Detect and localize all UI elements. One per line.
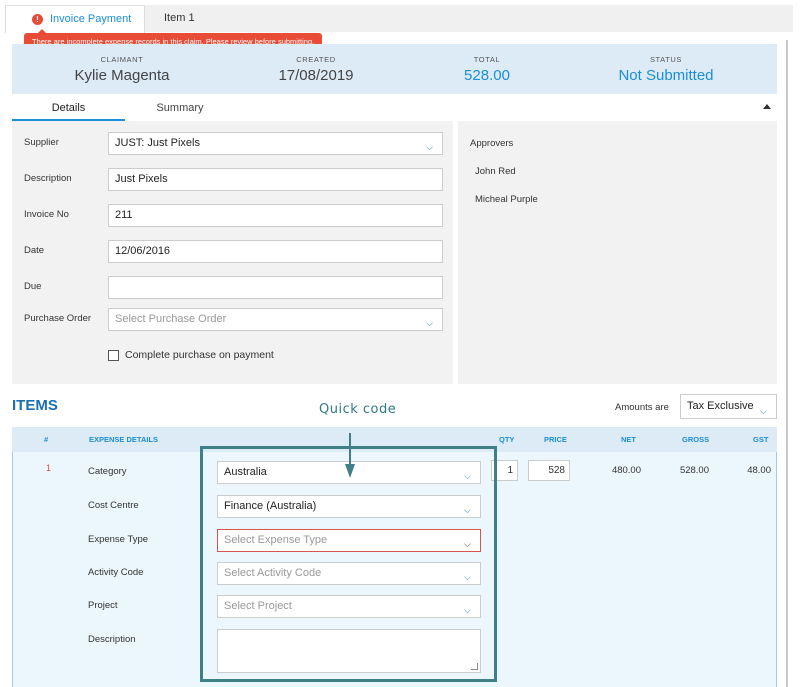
details-panel: Supplier JUST: Just Pixels ⌵ Description… (12, 121, 453, 384)
col-num: # (44, 435, 49, 444)
annotation-arrow-shaft (349, 433, 351, 466)
supplier-label: Supplier (24, 137, 59, 148)
tab-invoice-payment-label: Invoice Payment (50, 13, 132, 25)
purchase-order-placeholder: Select Purchase Order (115, 313, 227, 325)
scrollbar-track[interactable] (786, 40, 788, 687)
supplier-value: JUST: Just Pixels (115, 137, 200, 149)
claim-summary-header: CLAIMANT Kylie Magenta CREATED 17/08/201… (12, 44, 777, 94)
alert-icon: ! (32, 14, 43, 25)
items-title: ITEMS (12, 397, 58, 414)
status-value: Not Submitted (618, 67, 714, 84)
col-net: NET (621, 435, 636, 444)
item-description-label: Description (88, 634, 136, 645)
price-field[interactable]: 528 (528, 460, 570, 481)
created-label: CREATED (296, 55, 336, 64)
claimant-label: CLAIMANT (100, 55, 144, 64)
status-block: STATUS Not Submitted (601, 44, 731, 84)
chevron-down-icon: ⌵ (426, 142, 433, 152)
purchase-order-label: Purchase Order (24, 313, 92, 324)
approver-name: John Red (475, 166, 516, 177)
col-gross: GROSS (682, 435, 710, 444)
tab-details[interactable]: Details (12, 97, 125, 121)
project-label: Project (88, 600, 118, 611)
tab-summary[interactable]: Summary (125, 97, 235, 121)
created-block: CREATED 17/08/2019 (256, 44, 376, 84)
amounts-are-label: Amounts are (615, 402, 669, 413)
item-row-number: 1 (46, 463, 52, 473)
status-label: STATUS (649, 55, 683, 64)
approver-name: Micheal Purple (475, 194, 538, 205)
detail-subtabs: Details Summary (12, 97, 777, 121)
tab-bar: ! Invoice Payment Item 1 (5, 5, 793, 33)
col-price: PRICE (544, 435, 567, 444)
chevron-down-icon: ⌵ (760, 406, 767, 416)
gst-value: 48.00 (747, 465, 771, 476)
invoice-no-field[interactable]: 211 (108, 204, 443, 227)
total-block: TOTAL 528.00 (447, 44, 527, 84)
chevron-down-icon: ⌵ (426, 318, 433, 328)
cost-centre-label: Cost Centre (88, 500, 139, 511)
due-label: Due (24, 281, 42, 292)
created-value: 17/08/2019 (278, 67, 354, 84)
approvers-title: Approvers (470, 138, 514, 149)
tax-mode-select[interactable]: Tax Exclusive ⌵ (680, 394, 777, 419)
tab-invoice-payment[interactable]: ! Invoice Payment (5, 5, 145, 33)
expense-type-label: Expense Type (88, 534, 149, 545)
col-qty: QTY (499, 435, 515, 444)
date-label: Date (24, 245, 45, 256)
col-expense-details: EXPENSE DETAILS (89, 435, 159, 444)
col-gst: GST (753, 435, 769, 444)
description-field[interactable]: Just Pixels (108, 168, 443, 191)
complete-purchase-checkbox[interactable] (108, 350, 119, 361)
complete-purchase-label[interactable]: Complete purchase on payment (125, 349, 274, 361)
tax-mode-value: Tax Exclusive (687, 400, 754, 412)
gross-value: 528.00 (679, 465, 709, 476)
description-label: Description (24, 173, 72, 184)
date-field[interactable]: 12/06/2016 (108, 240, 443, 263)
claimant-value: Kylie Magenta (74, 67, 170, 84)
quick-code-annotation: Quick code (319, 402, 397, 417)
activity-code-label: Activity Code (88, 567, 144, 578)
category-label: Category (88, 466, 127, 477)
invoice-no-label: Invoice No (24, 209, 69, 220)
quick-code-highlight-box (200, 446, 497, 682)
net-value: 480.00 (611, 465, 641, 476)
total-value: 528.00 (464, 67, 510, 84)
total-label: TOTAL (473, 55, 501, 64)
claimant-block: CLAIMANT Kylie Magenta (62, 44, 182, 84)
collapse-icon[interactable] (763, 104, 771, 109)
approvers-panel: Approvers John Red Micheal Purple (458, 121, 777, 384)
purchase-order-select[interactable]: Select Purchase Order ⌵ (108, 308, 443, 331)
supplier-select[interactable]: JUST: Just Pixels ⌵ (108, 132, 443, 155)
arrow-down-icon (345, 464, 355, 478)
due-field[interactable] (108, 276, 443, 299)
tab-item-1[interactable]: Item 1 (164, 5, 195, 33)
